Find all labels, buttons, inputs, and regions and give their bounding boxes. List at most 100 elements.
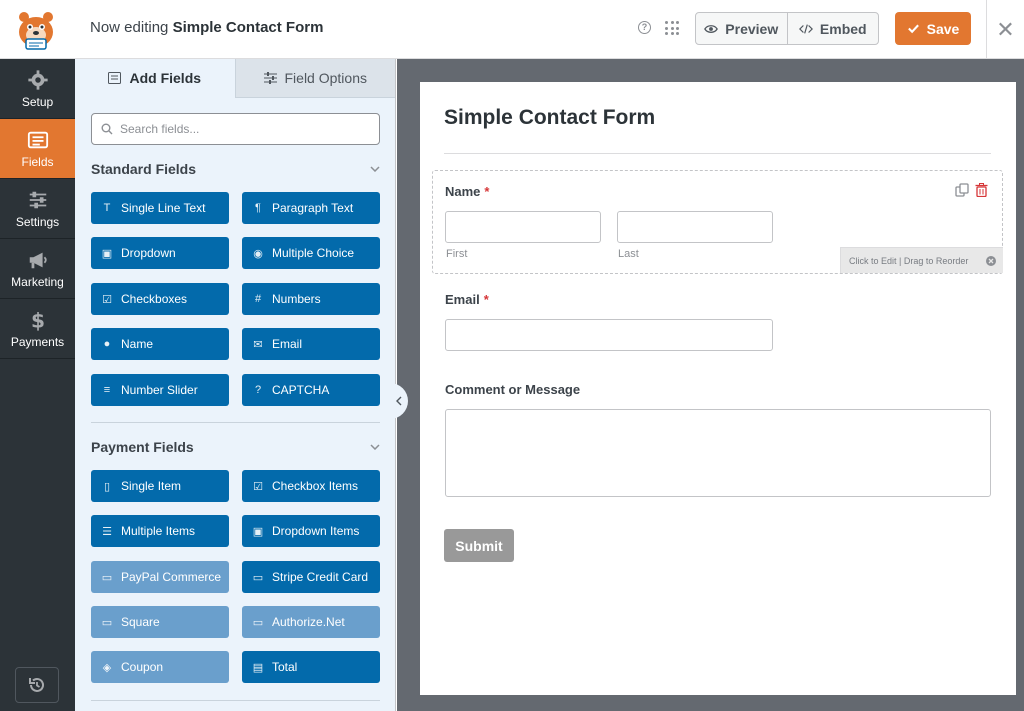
megaphone-icon bbox=[29, 252, 47, 268]
edit-hint-text: Click to Edit | Drag to Reorder bbox=[849, 255, 969, 266]
comment-textarea[interactable] bbox=[445, 409, 991, 497]
field-coupon[interactable]: ◈ Coupon bbox=[91, 651, 229, 683]
field-captcha[interactable]: ? CAPTCHA bbox=[242, 374, 380, 406]
first-name-input[interactable] bbox=[445, 211, 601, 243]
eye-icon bbox=[704, 24, 719, 33]
tab-field-options[interactable]: Field Options bbox=[234, 59, 395, 98]
tag-icon: ◈ bbox=[102, 661, 112, 674]
help-icon[interactable]: ? bbox=[638, 21, 651, 34]
trash-icon[interactable] bbox=[975, 183, 988, 197]
field-number-slider[interactable]: ≡ Number Slider bbox=[91, 374, 229, 406]
nav-payments[interactable]: $ Payments bbox=[0, 299, 75, 359]
chevron-down-icon bbox=[370, 444, 380, 450]
tab-add-fields-label: Add Fields bbox=[129, 70, 202, 86]
nav-settings[interactable]: Settings bbox=[0, 179, 75, 239]
fields-icon bbox=[27, 131, 48, 148]
text-icon: T bbox=[103, 202, 111, 214]
revisions-button[interactable] bbox=[15, 667, 59, 703]
field-checkbox-items[interactable]: ☑ Checkbox Items bbox=[242, 470, 380, 502]
field-authorize-net[interactable]: ▭ Authorize.Net bbox=[242, 606, 380, 638]
form-name: Simple Contact Form bbox=[172, 19, 324, 36]
sliders-icon bbox=[263, 72, 277, 84]
field-checkboxes[interactable]: ☑ Checkboxes bbox=[91, 283, 229, 315]
duplicate-icon[interactable] bbox=[955, 183, 969, 197]
chevron-down-icon bbox=[370, 166, 380, 172]
sliders-icon bbox=[29, 191, 46, 208]
payment-fields-title: Payment Fields bbox=[91, 439, 194, 455]
nav-setup-label: Setup bbox=[21, 94, 54, 109]
tab-add-fields[interactable]: Add Fields bbox=[75, 59, 235, 98]
panel-tabs: Add Fields Field Options bbox=[75, 59, 395, 98]
field-paypal-commerce[interactable]: ▭ PayPal Commerce bbox=[91, 561, 229, 593]
credit-card-icon: ▭ bbox=[252, 616, 264, 629]
user-icon: ● bbox=[103, 338, 111, 350]
preview-embed-group: Preview Embed bbox=[695, 12, 879, 45]
history-icon bbox=[29, 677, 44, 692]
nav-marketing[interactable]: Marketing bbox=[0, 239, 75, 299]
code-icon bbox=[798, 23, 813, 34]
payment-fields-header[interactable]: Payment Fields bbox=[91, 439, 380, 455]
preview-button[interactable]: Preview bbox=[696, 13, 787, 44]
field-single-line-text[interactable]: T Single Line Text bbox=[91, 192, 229, 224]
field-square[interactable]: ▭ Square bbox=[91, 606, 229, 638]
slider-icon: ≡ bbox=[103, 384, 111, 396]
last-sublabel: Last bbox=[618, 248, 639, 260]
radio-icon: ◉ bbox=[253, 247, 263, 260]
standard-fields-title: Standard Fields bbox=[91, 161, 197, 177]
nav-fields[interactable]: Fields bbox=[0, 119, 75, 179]
checkbox-icon: ☑ bbox=[253, 480, 263, 493]
credit-card-icon: ▭ bbox=[101, 571, 113, 584]
field-multiple-items[interactable]: ☰ Multiple Items bbox=[91, 515, 229, 547]
credit-card-icon: ▭ bbox=[252, 571, 264, 584]
embed-button[interactable]: Embed bbox=[786, 13, 879, 44]
field-email[interactable]: ✉ Email bbox=[242, 328, 380, 360]
save-button[interactable]: Save bbox=[895, 12, 971, 45]
name-field-label: Name * bbox=[445, 184, 490, 199]
search-placeholder: Search fields... bbox=[120, 122, 200, 136]
close-icon[interactable]: ✕ bbox=[986, 0, 1024, 59]
field-multiple-choice[interactable]: ◉ Multiple Choice bbox=[242, 237, 380, 269]
standard-fields-header[interactable]: Standard Fields bbox=[91, 161, 380, 177]
checkbox-icon: ☑ bbox=[102, 293, 112, 306]
form-title-divider bbox=[444, 153, 991, 154]
field-dropdown-items[interactable]: ▣ Dropdown Items bbox=[242, 515, 380, 547]
nav-setup[interactable]: Setup bbox=[0, 59, 75, 119]
embed-label: Embed bbox=[819, 20, 867, 37]
top-bar: Now editing Simple Contact Form ? Previe… bbox=[0, 0, 1024, 59]
nav-fields-label: Fields bbox=[21, 154, 54, 169]
editing-prefix: Now editing bbox=[90, 19, 169, 36]
email-input[interactable] bbox=[445, 319, 773, 351]
dollar-icon: $ bbox=[30, 309, 44, 331]
dropdown-icon: ▣ bbox=[101, 247, 113, 260]
preview-label: Preview bbox=[725, 20, 779, 37]
checkmark-icon bbox=[907, 24, 919, 34]
nav-settings-label: Settings bbox=[15, 214, 60, 229]
field-name[interactable]: ● Name bbox=[91, 328, 229, 360]
nav-marketing-label: Marketing bbox=[11, 274, 64, 289]
save-label: Save bbox=[926, 20, 960, 37]
builder-sidebar: Setup Fields Settings Marketing $ Paymen… bbox=[0, 59, 75, 711]
list-icon: ☰ bbox=[102, 525, 112, 538]
dropdown-icon: ▣ bbox=[252, 525, 264, 538]
apps-grid-icon[interactable] bbox=[665, 21, 679, 35]
gear-icon bbox=[27, 69, 48, 90]
field-stripe-credit-card[interactable]: ▭ Stripe Credit Card bbox=[242, 561, 380, 593]
field-dropdown[interactable]: ▣ Dropdown bbox=[91, 237, 229, 269]
search-fields-input[interactable]: Search fields... bbox=[91, 113, 380, 145]
last-name-input[interactable] bbox=[617, 211, 773, 243]
question-circle-icon: ? bbox=[254, 384, 262, 396]
close-circle-icon[interactable] bbox=[986, 255, 997, 266]
tab-field-options-label: Field Options bbox=[284, 70, 367, 86]
svg-text:$: $ bbox=[30, 309, 44, 331]
edit-hint-badge: Click to Edit | Drag to Reorder bbox=[840, 247, 1003, 273]
required-asterisk: * bbox=[484, 184, 490, 199]
search-icon bbox=[101, 123, 113, 135]
first-sublabel: First bbox=[446, 248, 468, 260]
field-paragraph-text[interactable]: ¶ Paragraph Text bbox=[242, 192, 380, 224]
field-single-item[interactable]: ▯ Single Item bbox=[91, 470, 229, 502]
field-total[interactable]: ▤ Total bbox=[242, 651, 380, 683]
chevron-left-icon bbox=[396, 396, 402, 406]
submit-button[interactable]: Submit bbox=[444, 529, 514, 562]
hash-icon: # bbox=[254, 293, 262, 305]
field-numbers[interactable]: # Numbers bbox=[242, 283, 380, 315]
